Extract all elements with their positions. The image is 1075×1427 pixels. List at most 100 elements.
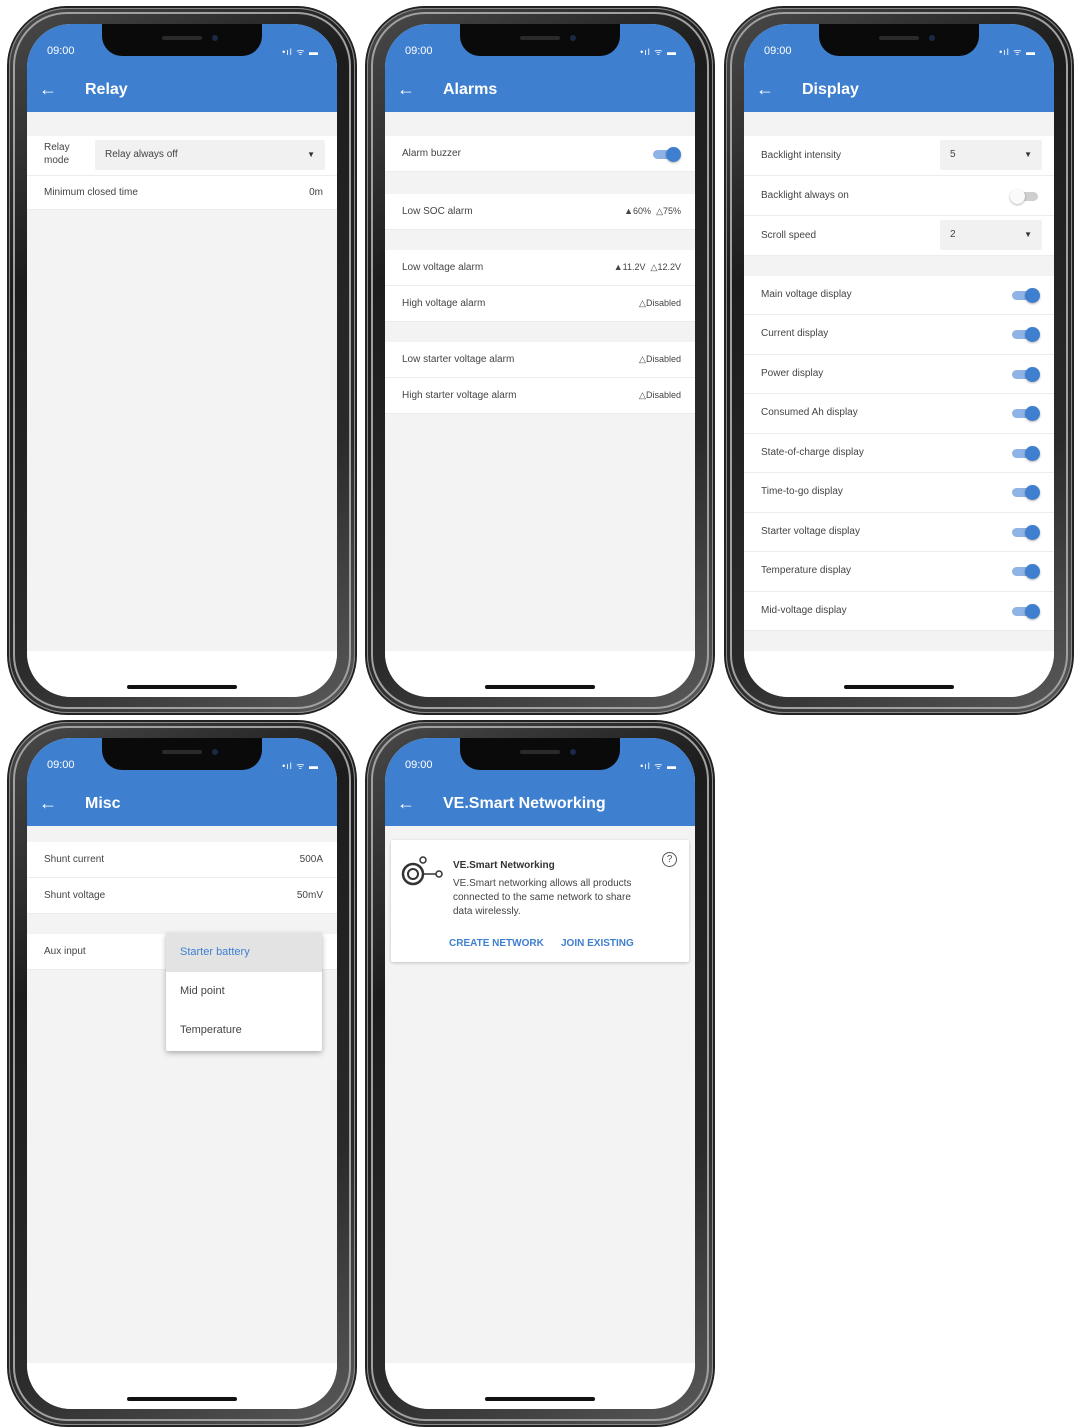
min-closed-time-label: Minimum closed time: [44, 187, 138, 198]
relay-mode-label-1: Relay: [44, 142, 70, 153]
back-arrow-icon[interactable]: ←: [39, 794, 57, 812]
scroll-speed-value: 2: [950, 229, 956, 240]
aux-input-label: Aux input: [44, 946, 86, 957]
bell-outline-icon: △: [639, 298, 646, 308]
current-display-toggle[interactable]: [1010, 326, 1040, 342]
consumed-ah-toggle[interactable]: [1010, 405, 1040, 421]
status-time: 09:00: [47, 45, 75, 57]
alarm-buzzer-row: Alarm buzzer: [385, 136, 695, 172]
display-toggle-label: State-of-charge display: [761, 447, 864, 458]
shunt-current-label: Shunt current: [44, 854, 105, 865]
phone-alarms: 09:00 •ıl ᯤ ▬ ← Alarms Alarm buzzer Low …: [367, 8, 713, 713]
scroll-speed-select[interactable]: 2 ▼: [940, 220, 1042, 250]
network-icon: [401, 856, 443, 886]
alarm-label: Low voltage alarm: [402, 262, 484, 273]
aux-input-dropdown: Starter battery Mid point Temperature: [166, 933, 322, 1051]
display-toggle-label: Temperature display: [761, 565, 852, 576]
display-toggle-row: Main voltage display: [744, 276, 1054, 315]
shunt-voltage-row[interactable]: Shunt voltage 50mV: [27, 878, 337, 914]
main-voltage-toggle[interactable]: [1010, 287, 1040, 303]
bell-icon: ▲: [624, 206, 634, 216]
home-indicator[interactable]: [127, 685, 237, 689]
alarm-row-low-voltage[interactable]: Low voltage alarm ▲11.2V △12.2V: [385, 250, 695, 286]
back-arrow-icon[interactable]: ←: [756, 80, 774, 98]
home-indicator[interactable]: [485, 685, 595, 689]
screen-networking: 09:00 •ıl ᯤ ▬ ← VE.Smart Networking VE.S…: [385, 738, 695, 1409]
phone-display: 09:00 •ıl ᯤ ▬ ← Display Backlight intens…: [726, 8, 1072, 713]
starter-voltage-toggle[interactable]: [1010, 524, 1040, 540]
bell-outline-icon: △: [639, 354, 646, 364]
shunt-current-row[interactable]: Shunt current 500A: [27, 842, 337, 878]
alarm-label: High voltage alarm: [402, 298, 486, 309]
status-icons: •ıl ᯤ ▬: [282, 47, 319, 57]
min-closed-time-row[interactable]: Minimum closed time 0m: [27, 176, 337, 210]
display-toggle-row: Current display: [744, 315, 1054, 355]
alarm-row-high-voltage[interactable]: High voltage alarm △Disabled: [385, 286, 695, 322]
help-icon[interactable]: ?: [662, 852, 677, 867]
scroll-speed-label: Scroll speed: [761, 230, 817, 241]
phone-networking: 09:00 •ıl ᯤ ▬ ← VE.Smart Networking VE.S…: [367, 722, 713, 1425]
home-indicator[interactable]: [844, 685, 954, 689]
page-title: VE.Smart Networking: [443, 795, 606, 812]
mid-voltage-toggle[interactable]: [1010, 603, 1040, 619]
relay-mode-value: Relay always off: [105, 149, 178, 160]
home-strip: [385, 1363, 695, 1409]
caret-down-icon: ▼: [1024, 150, 1032, 159]
alarm-label: High starter voltage alarm: [402, 390, 517, 401]
display-toggle-row: State-of-charge display: [744, 434, 1054, 473]
alarm-buzzer-toggle[interactable]: [651, 146, 681, 162]
phone-relay: 09:00 •ıl ᯤ ▬ ← Relay Relay mode Relay a…: [9, 8, 355, 713]
backlight-intensity-select[interactable]: 5 ▼: [940, 140, 1042, 170]
networking-card: VE.Smart Networking ? VE.Smart networkin…: [391, 840, 689, 962]
alarm-values: ▲60% △75%: [624, 206, 681, 216]
relay-mode-select[interactable]: Relay always off ▼: [95, 140, 325, 170]
caret-down-icon: ▼: [1024, 230, 1032, 239]
screen-alarms: 09:00 •ıl ᯤ ▬ ← Alarms Alarm buzzer Low …: [385, 24, 695, 697]
card-title: VE.Smart Networking: [453, 860, 555, 871]
alarm-row-low-starter[interactable]: Low starter voltage alarm △Disabled: [385, 342, 695, 378]
soc-display-toggle[interactable]: [1010, 445, 1040, 461]
bell-outline-icon: △: [639, 390, 646, 400]
create-network-button[interactable]: CREATE NETWORK: [449, 938, 544, 949]
display-toggle-label: Starter voltage display: [761, 526, 860, 537]
home-strip: [27, 1363, 337, 1409]
join-existing-button[interactable]: JOIN EXISTING: [561, 938, 634, 949]
home-indicator[interactable]: [127, 1397, 237, 1401]
bell-icon: ▲: [613, 262, 623, 272]
back-arrow-icon[interactable]: ←: [39, 80, 57, 98]
screen-misc: 09:00 •ıl ᯤ ▬ ← Misc Shunt current 500A …: [27, 738, 337, 1409]
menu-item-mid-point[interactable]: Mid point: [166, 972, 322, 1011]
display-toggle-label: Consumed Ah display: [761, 407, 858, 418]
notch: [819, 24, 979, 56]
temperature-display-toggle[interactable]: [1010, 563, 1040, 579]
menu-item-starter-battery[interactable]: Starter battery: [166, 933, 322, 972]
alarm-values: △Disabled: [639, 390, 681, 400]
home-indicator[interactable]: [485, 1397, 595, 1401]
alarm-row-low-soc[interactable]: Low SOC alarm ▲60% △75%: [385, 194, 695, 230]
home-strip: [744, 651, 1054, 697]
display-toggle-label: Mid-voltage display: [761, 605, 847, 616]
notch: [460, 738, 620, 770]
alarm-label: Low SOC alarm: [402, 206, 473, 217]
alarm-values: △Disabled: [639, 298, 681, 308]
menu-item-temperature[interactable]: Temperature: [166, 1011, 322, 1050]
status-icons: •ıl ᯤ ▬: [282, 761, 319, 771]
display-toggle-row: Time-to-go display: [744, 473, 1054, 513]
backlight-always-on-toggle[interactable]: [1010, 188, 1040, 204]
notch: [102, 738, 262, 770]
page-title: Display: [802, 81, 859, 98]
backlight-always-on-row: Backlight always on: [744, 176, 1054, 216]
alarm-row-high-starter[interactable]: High starter voltage alarm △Disabled: [385, 378, 695, 414]
backlight-intensity-label: Backlight intensity: [761, 150, 842, 161]
time-to-go-toggle[interactable]: [1010, 484, 1040, 500]
back-arrow-icon[interactable]: ←: [397, 80, 415, 98]
page-title: Alarms: [443, 81, 498, 98]
status-time: 09:00: [405, 45, 433, 57]
status-icons: •ıl ᯤ ▬: [640, 761, 677, 771]
min-closed-time-value: 0m: [309, 187, 323, 198]
back-arrow-icon[interactable]: ←: [397, 794, 415, 812]
screen-display: 09:00 •ıl ᯤ ▬ ← Display Backlight intens…: [744, 24, 1054, 697]
power-display-toggle[interactable]: [1010, 366, 1040, 382]
alarm-label: Low starter voltage alarm: [402, 354, 515, 365]
alarm-buzzer-label: Alarm buzzer: [402, 148, 461, 159]
